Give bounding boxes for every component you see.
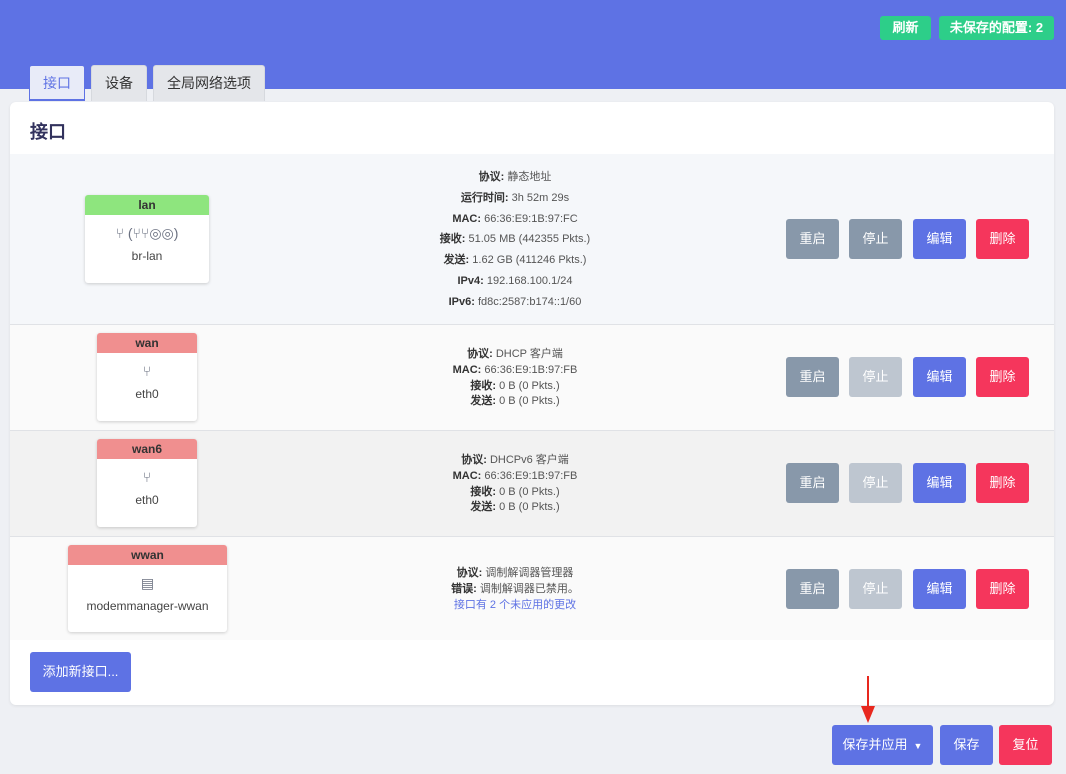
status-line: 协议: DHCP 客户端 (467, 348, 563, 360)
reset-button[interactable]: 复位 (999, 725, 1052, 765)
delete-button[interactable]: 删除 (976, 219, 1029, 259)
restart-button[interactable]: 重启 (786, 569, 839, 609)
edit-button[interactable]: 编辑 (913, 219, 966, 259)
stop-button[interactable]: 停止 (849, 463, 902, 503)
status-line: 协议: 调制解调器管理器 (456, 567, 574, 579)
interface-status: 协议: 静态地址 运行时间: 3h 52m 29s MAC: 66:36:E9:… (315, 167, 715, 313)
interface-name: wan6 (97, 439, 197, 459)
network-port-icon: ⑂ (142, 363, 152, 379)
delete-button[interactable]: 删除 (976, 569, 1029, 609)
interface-row-wan: wan ⑂ eth0 协议: DHCP 客户端 MAC: 66:36:E9:1B… (10, 324, 1054, 430)
status-line: MAC: 66:36:E9:1B:97:FB (452, 363, 578, 376)
network-port-icon: ⑂ (142, 469, 152, 485)
unapplied-changes-link[interactable]: 接口有 2 个未应用的更改 (315, 598, 715, 614)
interface-name: lan (85, 195, 209, 215)
status-line: MAC: 66:36:E9:1B:97:FB (452, 469, 578, 482)
stop-button[interactable]: 停止 (849, 357, 902, 397)
edit-button[interactable]: 编辑 (913, 357, 966, 397)
interface-device: modemmanager-wwan (86, 599, 209, 613)
refresh-button[interactable]: 刷新 (880, 16, 931, 40)
interfaces-card: 接口 lan ⑂ (⑂⑂◎◎) br-lan 协议: 静态地址 运行时间: 3h… (10, 102, 1054, 705)
interface-badge[interactable]: wwan ▤ modemmanager-wwan (68, 545, 227, 632)
interface-status: 协议: DHCP 客户端 MAC: 66:36:E9:1B:97:FB 接收: … (315, 347, 715, 410)
card-title: 接口 (30, 122, 66, 142)
tab-interfaces[interactable]: 接口 (29, 65, 85, 101)
restart-button[interactable]: 重启 (786, 219, 839, 259)
modem-icon: ▤ (140, 575, 155, 591)
status-line: IPv6: fd8c:2587:b174::1/60 (448, 295, 582, 308)
unsaved-changes-button[interactable]: 未保存的配置: 2 (939, 16, 1054, 40)
interface-badge[interactable]: wan ⑂ eth0 (97, 333, 197, 421)
save-and-apply-label: 保存并应用 (842, 737, 908, 752)
status-line: 接收: 0 B (0 Pkts.) (470, 379, 560, 392)
delete-button[interactable]: 删除 (976, 463, 1029, 503)
interface-row-wan6: wan6 ⑂ eth0 协议: DHCPv6 客户端 MAC: 66:36:E9… (10, 430, 1054, 536)
interface-device: br-lan (131, 249, 163, 263)
interface-status: 协议: 调制解调器管理器 错误: 调制解调器已禁用。 接口有 2 个未应用的更改 (315, 566, 715, 613)
tab-bar: 接口 设备 全局网络选项 (29, 65, 265, 101)
interface-row-wwan: wwan ▤ modemmanager-wwan 协议: 调制解调器管理器 错误… (10, 536, 1054, 640)
red-arrow-annotation (861, 676, 875, 723)
edit-button[interactable]: 编辑 (913, 463, 966, 503)
status-line: 错误: 调制解调器已禁用。 (451, 582, 579, 595)
status-line: 协议: DHCPv6 客户端 (461, 454, 569, 466)
stop-button[interactable]: 停止 (849, 219, 902, 259)
edit-button[interactable]: 编辑 (913, 569, 966, 609)
status-line: 发送: 1.62 GB (411246 Pkts.) (443, 254, 587, 267)
status-line: 接收: 51.05 MB (442355 Pkts.) (439, 233, 591, 246)
interface-device: eth0 (135, 387, 159, 401)
stop-button[interactable]: 停止 (849, 569, 902, 609)
status-line: MAC: 66:36:E9:1B:97:FC (452, 212, 578, 225)
tab-global-options[interactable]: 全局网络选项 (153, 65, 265, 101)
network-port-icon: ⑂ (⑂⑂◎◎) (115, 225, 179, 241)
interface-status: 协议: DHCPv6 客户端 MAC: 66:36:E9:1B:97:FB 接收… (315, 453, 715, 516)
delete-button[interactable]: 删除 (976, 357, 1029, 397)
status-line: 发送: 0 B (0 Pkts.) (470, 501, 560, 514)
tab-devices[interactable]: 设备 (91, 65, 147, 101)
interface-name: wan (97, 333, 197, 353)
status-line: 运行时间: 3h 52m 29s (460, 191, 570, 204)
status-line: 协议: 静态地址 (478, 171, 552, 183)
status-line: 发送: 0 B (0 Pkts.) (470, 395, 560, 408)
interface-device: eth0 (135, 493, 159, 507)
restart-button[interactable]: 重启 (786, 463, 839, 503)
save-button[interactable]: 保存 (940, 725, 993, 765)
save-and-apply-button[interactable]: 保存并应用 ▼ (832, 725, 933, 765)
interface-badge[interactable]: wan6 ⑂ eth0 (97, 439, 197, 527)
interface-badge[interactable]: lan ⑂ (⑂⑂◎◎) br-lan (85, 195, 209, 283)
add-interface-button[interactable]: 添加新接口... (30, 652, 131, 692)
caret-down-icon[interactable]: ▼ (914, 741, 923, 751)
interface-name: wwan (68, 545, 227, 565)
status-line: IPv4: 192.168.100.1/24 (457, 274, 573, 287)
interface-row-lan: lan ⑂ (⑂⑂◎◎) br-lan 协议: 静态地址 运行时间: 3h 52… (10, 154, 1054, 324)
restart-button[interactable]: 重启 (786, 357, 839, 397)
status-line: 接收: 0 B (0 Pkts.) (470, 485, 560, 498)
